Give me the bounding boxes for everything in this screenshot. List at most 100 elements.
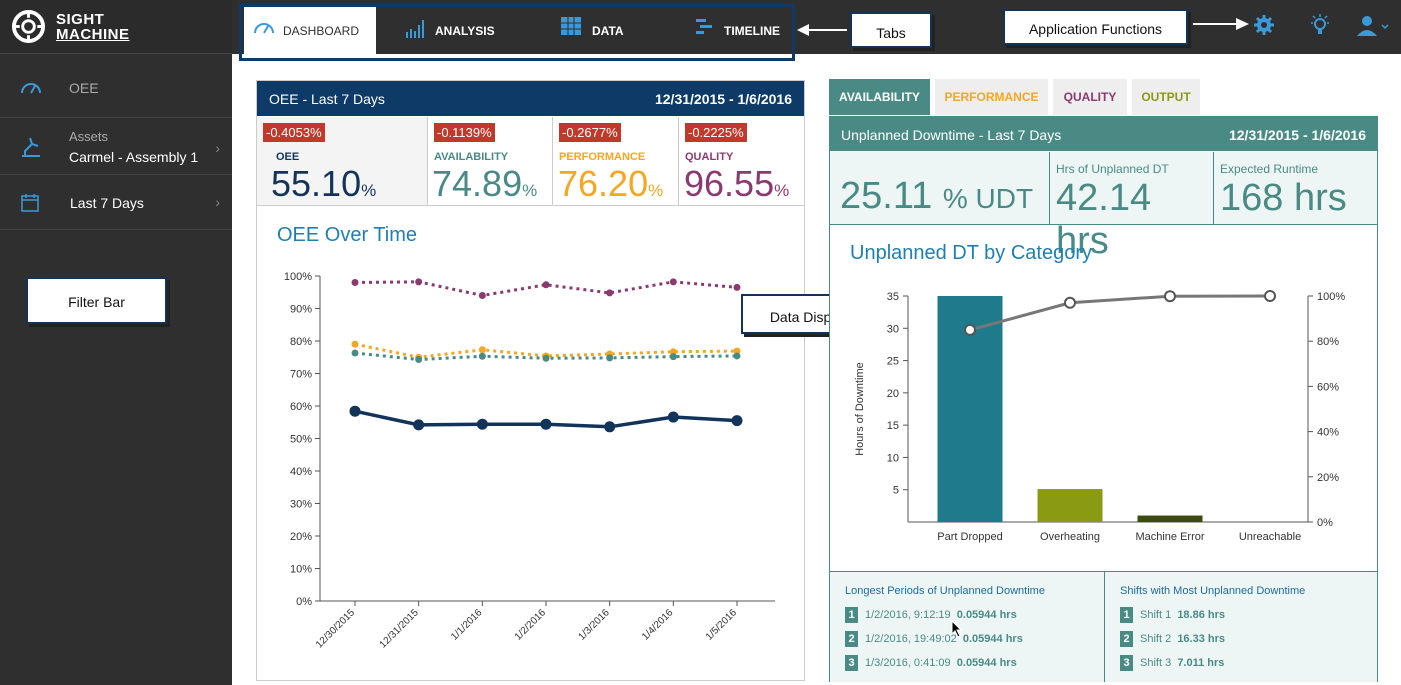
list-item[interactable]: 2 Shift 2 16.33 hrs	[1120, 631, 1225, 647]
downtime-chart-title: Unplanned DT by Category	[850, 242, 1092, 264]
y2-tick-label: 60%	[1317, 381, 1339, 393]
user-menu-icon[interactable]	[1356, 14, 1392, 38]
robot-arm-icon	[22, 137, 40, 157]
shift-name: Shift 3	[1140, 657, 1172, 669]
data-point	[351, 340, 359, 348]
list-item[interactable]: 1 1/2/2016, 9:12:19 0.05944 hrs	[845, 607, 1017, 623]
tab-performance[interactable]: PERFORMANCE	[935, 79, 1048, 115]
data-point	[476, 418, 488, 430]
arrow-right-icon	[1193, 18, 1249, 30]
app-logo[interactable]: SIGHT MACHINE	[0, 0, 232, 54]
y-tick-label: 20	[887, 388, 899, 400]
y-tick-label: 20%	[290, 531, 312, 543]
kpi-expected-runtime[interactable]: Expected Runtime 168 hrs	[1214, 152, 1377, 225]
kpi-oee[interactable]: -0.4053% OEE 55.10%	[257, 117, 428, 206]
list-item[interactable]: 2 1/2/2016, 19:49:02 0.05944 hrs	[845, 631, 1023, 647]
tab-quality[interactable]: QUALITY	[1053, 79, 1127, 115]
cumulative-line	[969, 294, 1271, 332]
kpi-delta: -0.1139%	[434, 123, 495, 142]
kpi-hrs-unplanned[interactable]: Hrs of Unplanned DT 42.14 hrs	[1050, 152, 1214, 262]
data-point	[540, 418, 552, 430]
x-tick-label: 1/3/2016	[576, 607, 612, 643]
kpi-unit: %	[648, 181, 664, 200]
shift-hrs: 18.86 hrs	[1177, 609, 1226, 621]
x-tick-label: 12/30/2015	[314, 607, 357, 650]
shift-name: Shift 2	[1140, 633, 1172, 645]
y2-tick-label: 100%	[1317, 291, 1345, 303]
cumulative-point	[1064, 296, 1076, 309]
kpi-runtime-label: Expected Runtime	[1220, 162, 1319, 176]
oee-chart-title: OEE Over Time	[277, 224, 418, 246]
data-point	[669, 278, 677, 286]
y-tick-label: 100%	[284, 271, 312, 283]
list-item[interactable]: 3 1/3/2016, 0:41:09 0.05944 hrs	[845, 655, 1017, 671]
oee-over-time-chart[interactable]: 0% 10% 20% 30% 40% 50% 60% 70% 80% 90% 100% 12/30/2…	[257, 251, 804, 681]
kpi-value-wrap: 96.55%	[684, 163, 789, 205]
y-tick-label: 35	[887, 291, 899, 303]
kpi-value: 74.89	[432, 163, 523, 204]
oee-panel-date-range: 12/31/2015 - 1/6/2016	[654, 91, 792, 107]
kpi-udt[interactable]: 25.11 % UDT	[830, 152, 1050, 225]
sidebar-item-assets[interactable]: Assets Carmel - Assembly 1 ›	[0, 118, 232, 175]
x-tick-label: Part Dropped	[937, 531, 1002, 543]
tabs-highlight-frame	[239, 4, 795, 61]
kpi-name: PERFORMANCE	[559, 151, 646, 163]
data-point	[478, 352, 486, 360]
callout-filter-bar: Filter Bar	[26, 277, 167, 324]
data-point	[415, 356, 423, 364]
downtime-hrs: 0.05944 hrs	[956, 609, 1017, 621]
settings-gear-icon[interactable]	[1253, 14, 1275, 36]
shift-hrs: 16.33 hrs	[1177, 633, 1226, 645]
downtime-pareto-chart[interactable]: 5 10 15 20 25 30 35 0% 20% 40% 60% 80% 100% Hours of …	[830, 277, 1377, 547]
y-tick-label: 10%	[290, 564, 312, 576]
data-point	[667, 411, 679, 423]
kpi-udt-value-wrap: 25.11 % UDT	[840, 175, 1033, 218]
rank-badge: 3	[845, 655, 858, 671]
shifts-downtime-title: Shifts with Most Unplanned Downtime	[1120, 585, 1306, 597]
data-point	[542, 281, 550, 289]
data-point	[606, 354, 614, 362]
tab-availability[interactable]: AVAILABILITY	[829, 79, 930, 115]
x-tick-label: Unreachable	[1239, 531, 1301, 543]
y-tick-label: 25	[887, 356, 899, 368]
list-item[interactable]: 3 Shift 3 7.011 hrs	[1120, 655, 1224, 671]
data-point	[731, 415, 743, 427]
y2-tick-label: 20%	[1317, 472, 1339, 484]
shifts-downtime-list: Shifts with Most Unplanned Downtime 1 Shi…	[1105, 571, 1377, 682]
longest-downtime-list: Longest Periods of Unplanned Downtime 11…	[830, 571, 1105, 682]
lightbulb-icon[interactable]	[1308, 13, 1332, 37]
x-tick-label: 1/2/2016	[513, 607, 549, 643]
kpi-udt-value: 25.11	[840, 175, 933, 217]
tab-output[interactable]: OUTPUT	[1132, 79, 1200, 115]
y-tick-label: 10	[887, 452, 899, 464]
rank-badge: 2	[845, 631, 858, 647]
longest-downtime-title: Longest Periods of Unplanned Downtime	[845, 585, 1045, 597]
y-tick-label: 90%	[290, 304, 312, 316]
kpi-unit: %	[361, 181, 377, 200]
data-point	[349, 405, 361, 417]
kpi-unit: %	[774, 181, 790, 200]
rank-badge: 1	[1120, 607, 1133, 623]
gauge-icon	[21, 83, 41, 94]
kpi-availability[interactable]: -0.1139% AVAILABILITY 74.89%	[428, 117, 553, 206]
kpi-performance[interactable]: -0.2677% PERFORMANCE 76.20%	[553, 117, 679, 206]
oee-panel-title: OEE - Last 7 Days	[269, 91, 385, 107]
data-point	[351, 349, 359, 357]
downtime-when: 1/3/2016, 0:41:09	[865, 657, 951, 669]
y-axis-label: Hours of Downtime	[854, 362, 866, 456]
list-item[interactable]: 1 Shift 1 18.86 hrs	[1120, 607, 1225, 623]
kpi-delta: -0.2677%	[559, 123, 621, 142]
bar	[1137, 515, 1203, 522]
kpi-quality[interactable]: -0.2225% QUALITY 96.55%	[679, 117, 804, 206]
data-point	[478, 292, 486, 299]
y-tick-label: 5	[893, 485, 899, 497]
sidebar-item-date-range[interactable]: Last 7 Days ›	[0, 175, 232, 230]
kpi-name: OEE	[276, 151, 300, 163]
sidebar-item-oee[interactable]: OEE	[0, 55, 232, 118]
tab-quality-label: QUALITY	[1063, 90, 1117, 104]
kpi-value-wrap: 74.89%	[432, 163, 537, 205]
logo-gear-icon	[11, 9, 46, 44]
y-tick-label: 40%	[290, 466, 312, 478]
cumulative-point	[1164, 290, 1176, 303]
kpi-delta: -0.2225%	[685, 123, 747, 142]
